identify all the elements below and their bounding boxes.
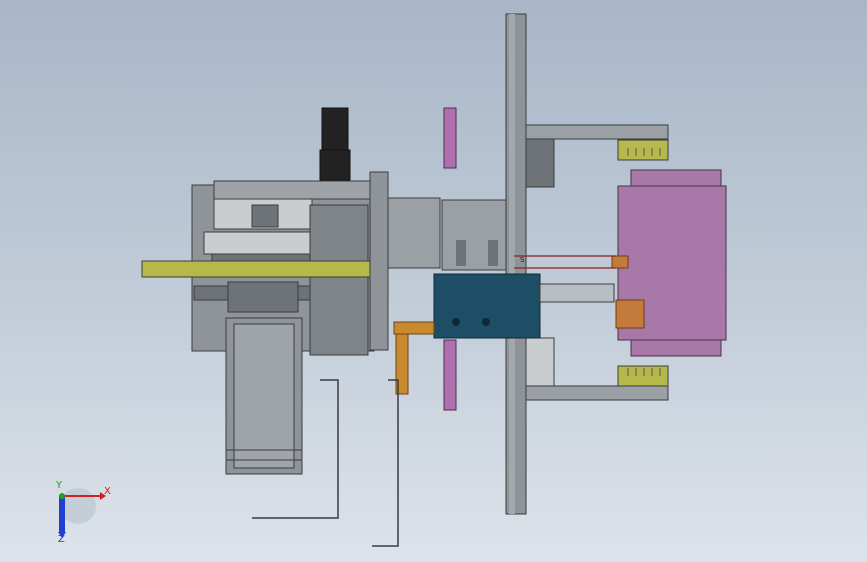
bracket-housing — [387, 197, 441, 269]
vertical-mounting-plate — [505, 13, 527, 515]
stepper-motor — [225, 281, 303, 475]
bent-rod-right — [372, 379, 399, 547]
black-sensor — [319, 107, 351, 181]
top-magenta-bracket — [443, 107, 457, 169]
pneumatic-cylinder — [433, 273, 615, 339]
mount-bracket — [369, 171, 389, 351]
bottom-magenta-bracket — [443, 339, 457, 411]
z-axis-label: Z — [58, 534, 65, 545]
y-axis-label: Y — [55, 480, 63, 491]
small-tag-label: S — [520, 256, 525, 264]
slide-block — [441, 199, 507, 271]
brass-fitting — [393, 321, 435, 395]
olive-shaft — [141, 260, 373, 278]
axis-triad: X Y Z — [55, 480, 111, 545]
cad-viewport[interactable]: S X Y Z — [0, 0, 867, 562]
x-axis-label: X — [104, 486, 111, 497]
red-wire — [514, 255, 616, 269]
